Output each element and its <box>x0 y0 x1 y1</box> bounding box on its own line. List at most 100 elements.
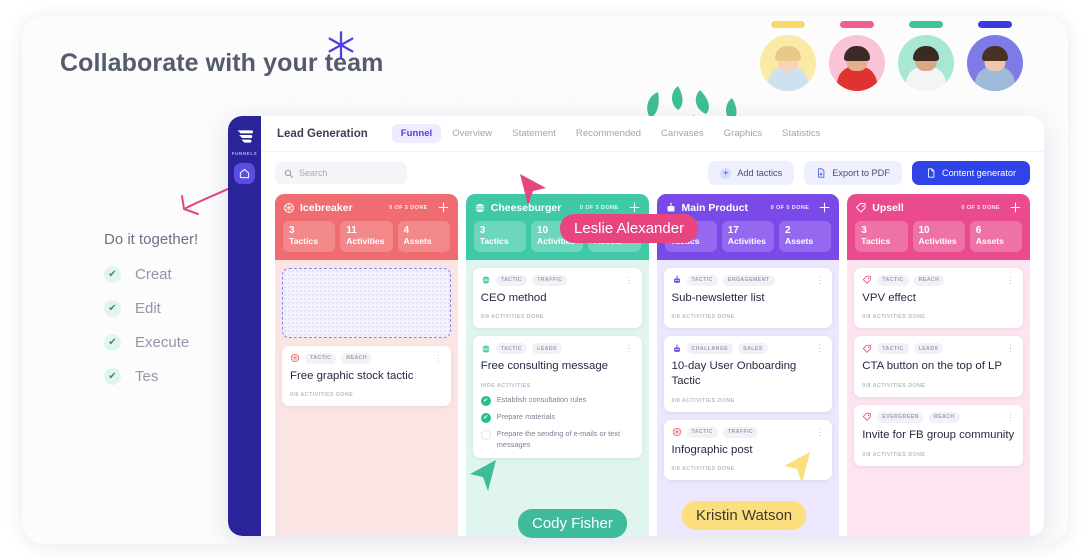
card-header: TACTIC LEADS ⋮ <box>481 343 634 355</box>
card-menu-icon[interactable]: ⋮ <box>434 353 443 363</box>
avatar-photo <box>898 35 954 91</box>
tactic-card[interactable]: CHALLANGE SALES ⋮ 10-day User Onboarding Ta… <box>663 336 833 412</box>
search-icon <box>284 169 293 178</box>
tactic-card[interactable]: TACTIC LEADS ⋮ CTA button on the top of LP 0… <box>854 336 1023 397</box>
avatar-1[interactable] <box>759 21 817 91</box>
page-frame: Collaborate with your team Do it togethe… <box>22 16 1068 544</box>
card-tag: ENGAGEMENT <box>722 274 775 286</box>
card-menu-icon[interactable]: ⋮ <box>1006 344 1015 353</box>
activity-row[interactable]: ✔ Prepare materials <box>480 412 634 423</box>
card-tag: LEADS <box>532 343 562 355</box>
column-title-row: Upsell 0 OF 5 DONE <box>855 201 1022 214</box>
cursor-label-cody: Cody Fisher <box>518 509 627 538</box>
add-card-button[interactable] <box>1009 201 1022 214</box>
activity-checkbox[interactable] <box>480 429 491 440</box>
stat-value: 3 <box>861 225 867 236</box>
tab-recommended[interactable]: Recommended <box>567 124 650 143</box>
rail-section-label: FUNNELS <box>231 151 258 156</box>
hide-activities-toggle[interactable]: HIDE ACTIVITIES <box>481 383 634 389</box>
activity-label: Prepare the sending of e-mails or text m… <box>496 428 620 449</box>
tactic-card[interactable]: TACTIC ENGAGEMENT ⋮ Sub-newsletter list 0/8 … <box>663 267 833 329</box>
toolbar: + Add tactics Export to PDF Content gene… <box>261 152 1044 194</box>
column-title-row: Cheeseburger 0 OF 5 DONE <box>474 201 641 214</box>
checklist-item-label: Execute <box>135 334 190 351</box>
checklist-item-edit[interactable]: ✔ Edit <box>104 300 198 317</box>
column-card-list: TACTIC ENGAGEMENT ⋮ Sub-newsletter list 0/8 … <box>657 260 840 536</box>
card-progress-label: 0/8 ACTIVITIES DONE <box>862 314 926 321</box>
stat-value: 3 <box>289 225 295 236</box>
burger-icon <box>475 203 484 212</box>
column-progress-label: 0 OF 5 DONE <box>389 204 428 211</box>
tab-statistics[interactable]: Statistics <box>773 124 829 143</box>
document-icon <box>928 168 935 178</box>
add-card-button[interactable] <box>818 201 831 214</box>
search-box[interactable] <box>275 162 407 184</box>
search-input[interactable] <box>299 168 398 178</box>
avatar-status-bar <box>840 21 874 28</box>
add-tactics-button[interactable]: + Add tactics <box>708 161 795 185</box>
stat-label: Tactics <box>479 236 509 246</box>
workspace-name: Lead Generation <box>277 127 368 140</box>
sparkle-icon <box>328 31 354 59</box>
tactic-card[interactable]: TACTIC REACH ⋮ VPV effect 0/8 ACTIVITIES DON… <box>854 267 1023 329</box>
card-menu-icon[interactable]: ⋮ <box>1006 275 1015 285</box>
activity-row[interactable]: ✔ Establish consultation rules <box>480 395 634 406</box>
card-menu-icon[interactable]: ⋮ <box>815 427 824 437</box>
tactic-card[interactable]: TACTIC LEADS ⋮ Free consulting message HIDE … <box>472 336 642 459</box>
stat-label: Assets <box>975 236 1004 246</box>
checklist-item-label: Creat <box>135 266 172 283</box>
export-to-pdf-button[interactable]: Export to PDF <box>804 161 902 185</box>
avatar-2[interactable] <box>828 21 886 91</box>
tactic-card[interactable]: TACTIC REACH ⋮ Free graphic stock tactic 0/8… <box>282 345 451 407</box>
avatar-status-bar <box>909 21 943 28</box>
tab-statement[interactable]: Statement <box>503 124 565 143</box>
stat-label: Tactics <box>861 236 891 246</box>
avatar-4[interactable] <box>966 21 1024 91</box>
card-progress-label: 0/8 ACTIVITIES DONE <box>862 451 926 458</box>
card-tag: TACTIC <box>686 426 718 438</box>
activity-checkbox[interactable]: ✔ <box>480 395 491 406</box>
card-dropzone[interactable] <box>282 267 451 338</box>
card-menu-icon[interactable]: ⋮ <box>625 344 634 353</box>
tab-graphics[interactable]: Graphics <box>715 124 771 143</box>
card-menu-icon[interactable]: ⋮ <box>1006 412 1015 422</box>
card-progress-label: 0/8 ACTIVITIES DONE <box>862 382 926 389</box>
card-menu-icon[interactable]: ⋮ <box>815 344 824 353</box>
avatar-3[interactable] <box>897 21 955 91</box>
card-menu-icon[interactable]: ⋮ <box>815 275 824 285</box>
checklist-item-tes[interactable]: ✔ Tes <box>104 368 198 385</box>
column-stat: 3Tactics <box>855 221 908 252</box>
add-card-button[interactable] <box>628 201 641 214</box>
home-icon[interactable] <box>234 163 255 184</box>
content-generator-label: Content generator <box>941 168 1016 178</box>
stat-value: 2 <box>785 225 791 236</box>
column-title-row: Main Product 0 OF 5 DONE <box>665 201 832 214</box>
export-to-pdf-label: Export to PDF <box>832 168 890 178</box>
avatar-photo <box>967 35 1023 91</box>
activity-checkbox[interactable]: ✔ <box>480 412 491 423</box>
tab-canvases[interactable]: Canvases <box>652 124 713 143</box>
tag-icon <box>863 276 871 284</box>
tactic-card[interactable]: TACTIC TRAFFIC ⋮ CEO method 0/8 ACTIVITIES D… <box>472 267 642 329</box>
stat-value: 6 <box>975 225 982 236</box>
cursor-label-kristin: Kristin Watson <box>682 501 807 530</box>
column-stat: 4 Assets <box>397 221 450 252</box>
checklist-title: Do it together! <box>104 231 199 248</box>
content-generator-button[interactable]: Content generator <box>911 161 1030 185</box>
activity-row[interactable]: Prepare the sending of e-mails or text m… <box>480 428 634 450</box>
column-stat: 3Tactics <box>473 221 526 252</box>
tactic-card[interactable]: EVERGREEN REACH ⋮ Invite for FB group commu… <box>854 404 1023 466</box>
card-menu-icon[interactable]: ⋮ <box>625 275 634 285</box>
avatar-status-bar <box>978 21 1012 28</box>
tab-overview[interactable]: Overview <box>443 124 501 143</box>
kanban-board: Icebreaker 0 OF 5 DONE 3 Tactics 11 Activitie… <box>261 194 1044 536</box>
add-card-button[interactable] <box>437 201 450 214</box>
tab-funnel[interactable]: Funnel <box>391 124 442 143</box>
card-progress-label: 0/8 ACTIVITIES DONE <box>290 392 354 399</box>
checklist-item-creat[interactable]: ✔ Creat <box>104 266 198 283</box>
snowflake-icon <box>290 354 300 363</box>
card-tag: LEADS <box>913 343 944 355</box>
funnel-logo-icon[interactable] <box>235 128 254 145</box>
checklist-item-execute[interactable]: ✔ Execute <box>104 334 198 351</box>
stat-label: Activities <box>727 236 766 246</box>
